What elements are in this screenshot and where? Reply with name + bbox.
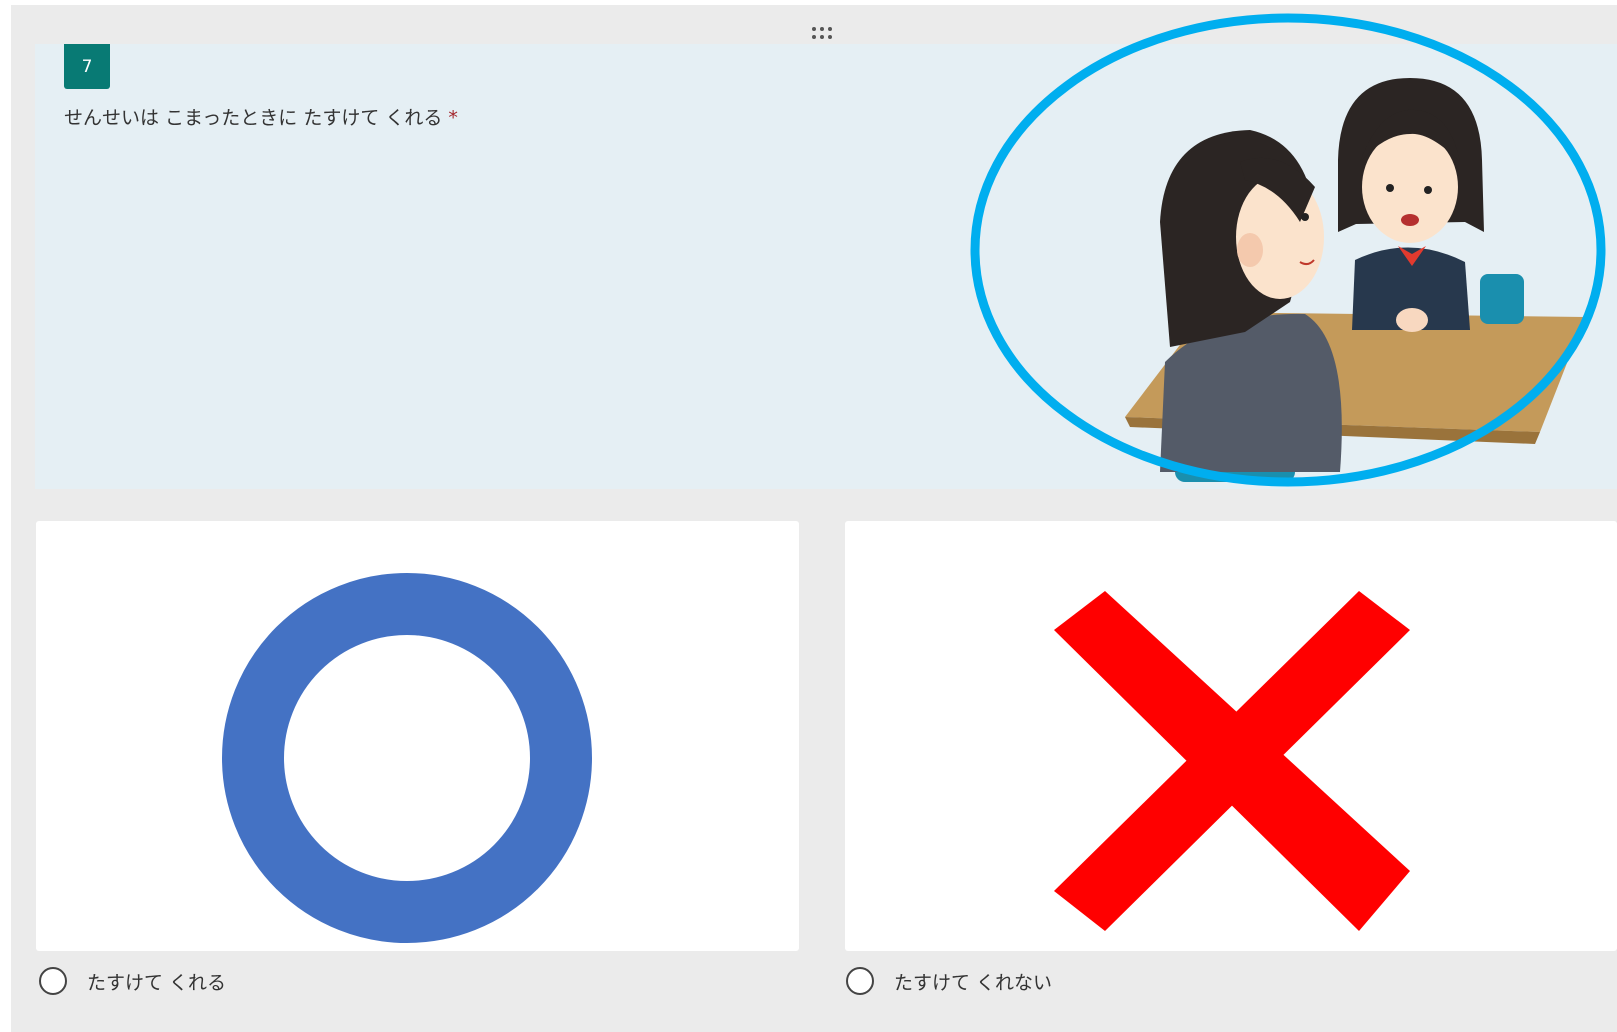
student-face bbox=[1362, 131, 1458, 243]
back-chair bbox=[1480, 274, 1524, 324]
student-eye-right bbox=[1424, 186, 1432, 194]
drag-handle-icon[interactable] bbox=[810, 24, 834, 44]
option-image-card-2[interactable] bbox=[845, 521, 1617, 951]
option-row-2[interactable]: たすけて くれない bbox=[846, 965, 1052, 997]
required-asterisk: * bbox=[448, 107, 458, 129]
teacher-ear bbox=[1237, 233, 1263, 267]
question-number-badge: 7 bbox=[64, 44, 110, 89]
option-row-1[interactable]: たすけて くれる bbox=[39, 965, 226, 997]
radio-button[interactable] bbox=[39, 967, 67, 995]
teacher-eye bbox=[1301, 213, 1309, 221]
red-x-icon bbox=[1054, 591, 1410, 931]
option-image-card-1[interactable] bbox=[36, 521, 799, 951]
student-mouth bbox=[1401, 214, 1419, 226]
teacher-student-illustration bbox=[970, 13, 1606, 487]
option-label-1: たすけて くれる bbox=[87, 971, 227, 994]
student-hands bbox=[1396, 308, 1428, 332]
option-label-2: たすけて くれない bbox=[894, 971, 1053, 994]
question-title: せんせいは こまったときに たすけて くれる * bbox=[64, 103, 458, 130]
question-title-text: せんせいは こまったときに たすけて くれる bbox=[64, 107, 443, 129]
blue-circle-icon bbox=[222, 573, 592, 943]
student-eye-left bbox=[1386, 184, 1394, 192]
radio-button[interactable] bbox=[846, 967, 874, 995]
